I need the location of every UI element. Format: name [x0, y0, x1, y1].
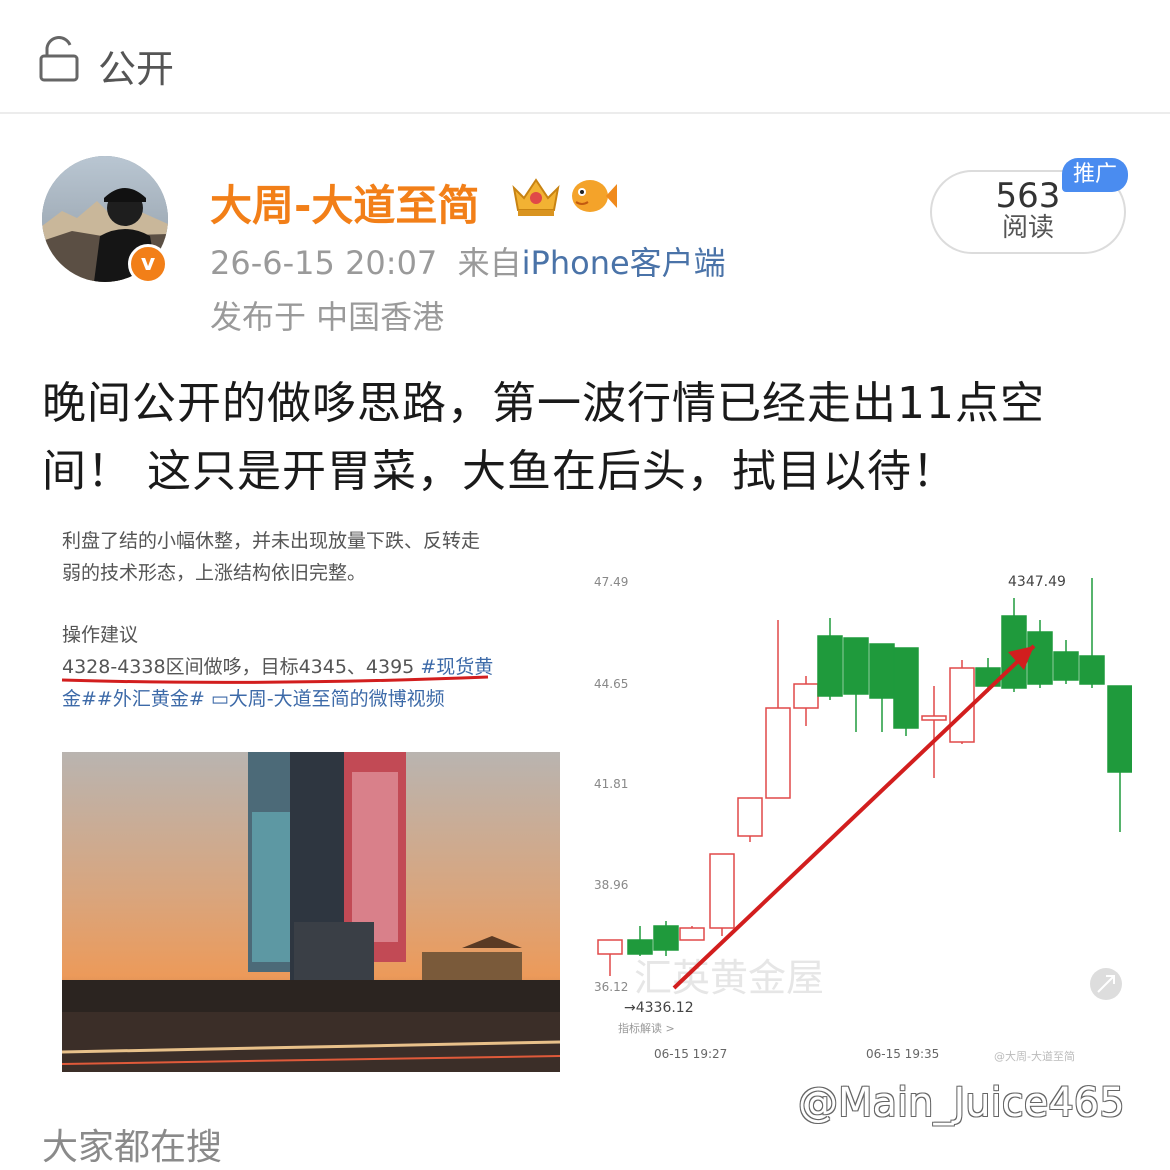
candle-body — [765, 707, 791, 799]
candle-body — [653, 925, 679, 951]
image-heading: 操作建议 — [62, 624, 139, 646]
kline-chart: 汇英黄金屋 47.49 44.65 41.81 38.96 36.12 4347.49 →43… — [594, 574, 1133, 1063]
image-text-line: 利盘了结的小幅休整，并未出现放量下跌、反转走 — [62, 530, 481, 552]
visibility-bar: 公开 — [0, 0, 1170, 114]
candle-body — [793, 683, 819, 709]
candle-body — [737, 797, 763, 837]
watermark: @Main_Juice465 — [798, 1080, 1125, 1126]
image-text-line: 弱的技术形态，上涨结构依旧完整。 — [62, 562, 367, 584]
reads-label: 阅读 — [1001, 213, 1054, 243]
candle-body — [1027, 631, 1053, 685]
image-tag-line: 金##外汇黄金# ▭大周-大道至简的微博视频 — [62, 684, 445, 711]
candle-body — [893, 647, 919, 729]
video-link: 大周-大道至简的微博视频 — [228, 688, 445, 710]
red-underline — [61, 675, 489, 684]
chart-corner-caption: @大周-大道至简 — [994, 1049, 1075, 1063]
crown-icon — [512, 178, 560, 216]
visibility-label: 公开 — [98, 47, 175, 91]
trend-arrow — [672, 644, 1036, 990]
candle-body — [597, 939, 623, 955]
lock-icon — [39, 36, 79, 82]
y-tick-label: 38.96 — [594, 878, 628, 892]
candle-body — [843, 637, 869, 695]
verified-v-icon: v — [128, 244, 168, 284]
candle-body — [1107, 685, 1133, 773]
candle-body — [1053, 651, 1079, 681]
y-tick-label: 47.49 — [594, 575, 628, 589]
candle-body — [817, 635, 843, 697]
source-link[interactable]: iPhone客户端 — [522, 244, 726, 282]
low-price-label: →4336.12 — [624, 1000, 694, 1016]
post-text: 晚间公开的做哆思路，第一波行情已经走出11点空间！ 这只是开胃菜，大鱼在后头，拭… — [42, 378, 1045, 497]
chart-bg-watermark: 汇英黄金屋 — [634, 956, 824, 1000]
candle-body — [627, 939, 653, 955]
source-prefix: 来自 — [457, 244, 522, 282]
post-images: 利盘了结的小幅休整，并未出现放量下跌、反转走 弱的技术形态，上涨结构依旧完整。 … — [42, 522, 1133, 1082]
fish-icon — [572, 180, 617, 212]
screenshot-image[interactable]: 利盘了结的小幅休整，并未出现放量下跌、反转走 弱的技术形态，上涨结构依旧完整。 … — [42, 522, 580, 1074]
post-location: 发布于 中国香港 — [210, 298, 445, 336]
post-meta: 26-6-15 20:07 来自iPhone客户端 — [210, 238, 726, 284]
candle-body — [869, 643, 895, 699]
city-photo — [62, 752, 560, 1072]
trending-search-title: 大家都在搜 — [42, 1127, 223, 1168]
y-tick-label: 41.81 — [594, 777, 628, 791]
candle-body — [921, 715, 947, 721]
y-tick-label: 36.12 — [594, 980, 628, 994]
post-timestamp: 26-6-15 20:07 — [210, 244, 438, 282]
chart-small-caption: 指标解读 > — [618, 1021, 675, 1035]
candle-body — [679, 927, 705, 941]
candle-body — [1079, 655, 1105, 685]
high-price-label: 4347.49 — [1008, 574, 1066, 590]
author-name[interactable]: 大周-大道至简 — [210, 172, 479, 233]
hashtag: 金##外汇黄金# — [62, 688, 205, 710]
promo-badge[interactable]: 推广 — [1062, 158, 1128, 192]
x-tick-label: 06-15 19:35 — [866, 1047, 939, 1061]
y-tick-label: 44.65 — [594, 677, 628, 691]
candle-body — [709, 853, 735, 929]
video-icon: ▭ — [210, 688, 229, 710]
x-tick-label: 06-15 19:27 — [654, 1047, 727, 1061]
kline-chart-image[interactable]: 汇英黄金屋 47.49 44.65 41.81 38.96 36.12 4347.49 →43… — [594, 536, 1133, 1074]
